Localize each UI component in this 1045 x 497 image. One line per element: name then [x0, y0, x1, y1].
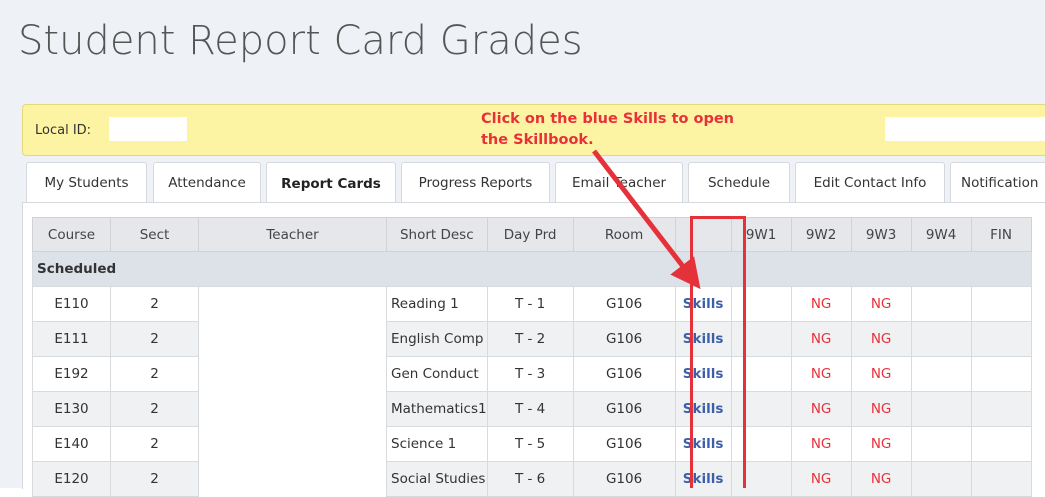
short-desc-cell: Gen Conduct: [386, 356, 488, 392]
day-prd-cell: T - 4: [486, 391, 574, 427]
tab-schedule[interactable]: Schedule: [688, 162, 790, 202]
teacher-cell: [198, 321, 387, 357]
teacher-cell: [198, 461, 387, 497]
room-cell: G106: [572, 356, 676, 392]
day-prd-cell: T - 6: [486, 461, 574, 497]
short-desc-cell: Mathematics1: [386, 391, 488, 427]
course-cell: E110: [32, 286, 111, 322]
table-row: E140 2 Science 1T - 5 G106 Skills NG NG: [32, 426, 1032, 462]
day-prd-cell: T - 5: [486, 426, 574, 462]
room-cell: G106: [572, 321, 676, 357]
header-course[interactable]: Course: [32, 217, 111, 252]
grade-9w2-cell: NG: [790, 356, 852, 392]
highlight-box: [690, 216, 746, 488]
teacher-cell: [198, 356, 387, 392]
local-id-field[interactable]: [109, 117, 187, 141]
header-sect[interactable]: Sect: [110, 217, 199, 252]
local-id-bar: Local ID: Click on the blue Skills to op…: [22, 104, 1045, 156]
tab-progress-reports[interactable]: Progress Reports: [401, 162, 550, 202]
day-prd-cell: T - 1: [486, 286, 574, 322]
grade-9w3-cell: NG: [850, 321, 912, 357]
sect-cell: 2: [110, 321, 199, 357]
sect-cell: 2: [110, 391, 199, 427]
grade-9w3-cell: NG: [850, 391, 912, 427]
short-desc-cell: Science 1: [386, 426, 488, 462]
table-row: E130 2 Mathematics1 T - 4 G106 Skills NG NG: [32, 391, 1032, 427]
grade-fin-cell: [970, 391, 1032, 427]
page-title: Student Report Card Grades: [18, 18, 583, 64]
tab-bar: My Students Attendance Report Cards Prog…: [26, 162, 1045, 204]
table-row: E192 2 Gen Conduct T - 3 G106 Skills NG NG: [32, 356, 1032, 392]
group-label: Scheduled: [32, 251, 1032, 287]
report-card-table: Course Sect Teacher Short Desc Day Prd R…: [32, 217, 1032, 497]
day-prd-cell: T - 3: [486, 356, 574, 392]
header-9w2[interactable]: 9W2: [790, 217, 852, 252]
header-teacher[interactable]: Teacher: [198, 217, 387, 252]
tab-email-teacher[interactable]: Email Teacher: [555, 162, 683, 202]
teacher-cell: [198, 391, 387, 427]
course-cell: E130: [32, 391, 111, 427]
grade-fin-cell: [970, 356, 1032, 392]
table-row: E120 2 Social Studies T - 6 G106 Skills NG NG: [32, 461, 1032, 497]
header-short-desc[interactable]: Short Desc: [386, 217, 488, 252]
course-cell: E140: [32, 426, 111, 462]
group-row-scheduled: Scheduled: [32, 251, 1032, 287]
grade-fin-cell: [970, 321, 1032, 357]
short-desc-cell: Reading 1: [386, 286, 488, 322]
sect-cell: 2: [110, 356, 199, 392]
grade-9w2-cell: NG: [790, 286, 852, 322]
grade-9w4-cell: [910, 356, 972, 392]
sect-cell: 2: [110, 461, 199, 497]
day-prd-cell: T - 2: [486, 321, 574, 357]
grade-fin-cell: [970, 461, 1032, 497]
grade-9w4-cell: [910, 461, 972, 497]
grade-9w2-cell: NG: [790, 391, 852, 427]
sect-cell: 2: [110, 286, 199, 322]
table-row: E111 2 English Comp T - 2 G106 Skills NG NG: [32, 321, 1032, 357]
grade-fin-cell: [970, 426, 1032, 462]
grade-9w3-cell: NG: [850, 286, 912, 322]
student-select-field[interactable]: [885, 117, 1045, 141]
grade-9w2-cell: NG: [790, 321, 852, 357]
grade-9w4-cell: [910, 286, 972, 322]
teacher-cell: [198, 426, 387, 462]
tab-edit-contact-info[interactable]: Edit Contact Info: [795, 162, 945, 202]
grade-9w4-cell: [910, 321, 972, 357]
course-cell: E192: [32, 356, 111, 392]
grade-9w3-cell: NG: [850, 426, 912, 462]
tab-report-cards[interactable]: Report Cards: [266, 162, 396, 204]
header-fin[interactable]: FIN: [970, 217, 1032, 252]
table-header-row: Course Sect Teacher Short Desc Day Prd R…: [32, 217, 1032, 252]
grade-9w3-cell: NG: [850, 461, 912, 497]
tab-my-students[interactable]: My Students: [26, 162, 147, 202]
tab-attendance[interactable]: Attendance: [153, 162, 261, 202]
grade-9w4-cell: [910, 391, 972, 427]
grade-fin-cell: [970, 286, 1032, 322]
room-cell: G106: [572, 391, 676, 427]
course-cell: E120: [32, 461, 111, 497]
header-day-prd[interactable]: Day Prd: [486, 217, 574, 252]
header-room[interactable]: Room: [572, 217, 676, 252]
room-cell: G106: [572, 286, 676, 322]
grade-9w3-cell: NG: [850, 356, 912, 392]
header-9w3[interactable]: 9W3: [850, 217, 912, 252]
short-desc-cell: English Comp: [386, 321, 488, 357]
room-cell: G106: [572, 426, 676, 462]
short-desc-cell: Social Studies: [386, 461, 488, 497]
course-cell: E111: [32, 321, 111, 357]
tab-notification[interactable]: Notification: [950, 162, 1045, 202]
table-row: E110 2 Reading 1T - 1 G106 Skills NG NG: [32, 286, 1032, 322]
sect-cell: 2: [110, 426, 199, 462]
header-9w4[interactable]: 9W4: [910, 217, 972, 252]
grade-9w4-cell: [910, 426, 972, 462]
teacher-cell: [198, 286, 387, 322]
annotation-callout: Click on the blue Skills to open the Ski…: [481, 109, 781, 151]
room-cell: G106: [572, 461, 676, 497]
annotation-line-1: Click on the blue Skills to open: [481, 111, 735, 127]
annotation-line-2: the Skillbook.: [481, 132, 594, 148]
local-id-label: Local ID:: [35, 123, 92, 138]
grade-9w2-cell: NG: [790, 461, 852, 497]
grade-9w2-cell: NG: [790, 426, 852, 462]
